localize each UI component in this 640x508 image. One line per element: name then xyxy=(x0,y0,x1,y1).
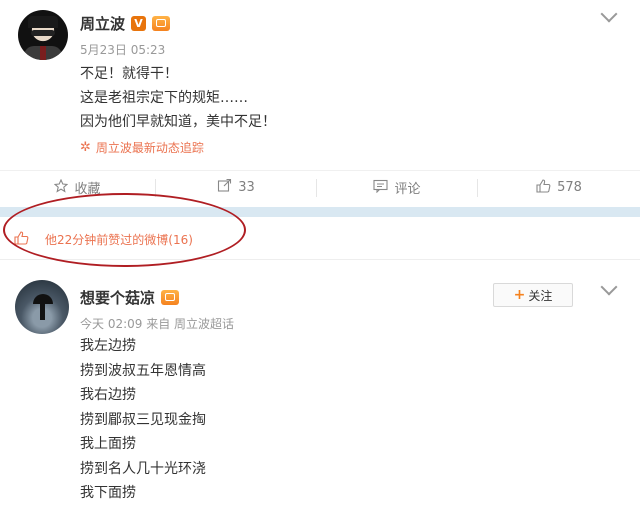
member-badge-icon xyxy=(161,290,180,305)
comment-button[interactable]: 评论 xyxy=(317,171,477,204)
post-text: 我左边捞 捞到波叔五年恩情高 我右边捞 捞到郿叔三见现金掏 我上面捞 捞到名人几… xyxy=(80,334,206,506)
post-timestamp[interactable]: 5月23日 05:23 xyxy=(80,41,165,58)
post-text-line: 因为他们早就知道，美中不足！ xyxy=(80,114,276,130)
post-text-line: 我右边捞 xyxy=(80,387,136,403)
like-count: 578 xyxy=(557,180,582,195)
post-meta[interactable]: 今天 02:09 来自 周立波超话 xyxy=(80,315,234,332)
trace-link[interactable]: ✲ 周立波最新动态追踪 xyxy=(80,139,204,156)
post-text: 不足！就得干！ 这是老祖宗定下的规矩…… 因为他们早就知道，美中不足！ xyxy=(80,62,276,134)
comment-icon xyxy=(373,179,389,197)
verified-badge-icon: V xyxy=(131,16,147,31)
like-button[interactable]: 578 xyxy=(478,171,640,204)
post-text-line: 捞到郿叔三见现金掏 xyxy=(80,411,206,428)
post-text-line: 我上面捞 xyxy=(80,436,136,452)
follow-label: 关注 xyxy=(528,288,553,303)
post-text-line: 不足！就得干！ xyxy=(80,66,178,82)
trace-link-label: 周立波最新动态追踪 xyxy=(95,141,204,155)
comment-label: 评论 xyxy=(394,182,421,197)
chevron-down-icon[interactable] xyxy=(600,278,618,296)
follow-button[interactable]: + 关注 xyxy=(493,283,573,307)
star-icon xyxy=(54,178,69,197)
post-text-line: 我左边捞 xyxy=(80,338,136,354)
post-text-line: 这是老祖宗定下的规矩…… xyxy=(80,90,248,106)
author-name[interactable]: 想要个菇凉 xyxy=(80,287,155,308)
repost-count: 33 xyxy=(238,180,255,195)
chevron-down-icon[interactable] xyxy=(600,5,618,23)
author-avatar[interactable] xyxy=(15,280,69,334)
flower-icon: ✲ xyxy=(80,140,91,155)
post-text-line: 捞到波叔五年恩情高 xyxy=(80,362,206,379)
highlight-ellipse xyxy=(3,193,246,267)
repost-icon xyxy=(217,178,232,197)
plus-icon: + xyxy=(513,287,526,303)
author-name[interactable]: 周立波 xyxy=(80,13,125,34)
post-text-line: 捞到名人几十光环浇 xyxy=(80,460,206,477)
member-badge-icon xyxy=(152,16,171,31)
post-text-line: 我下面捞 xyxy=(80,485,136,501)
author-avatar[interactable] xyxy=(18,10,68,60)
thumbs-up-icon xyxy=(536,178,551,197)
